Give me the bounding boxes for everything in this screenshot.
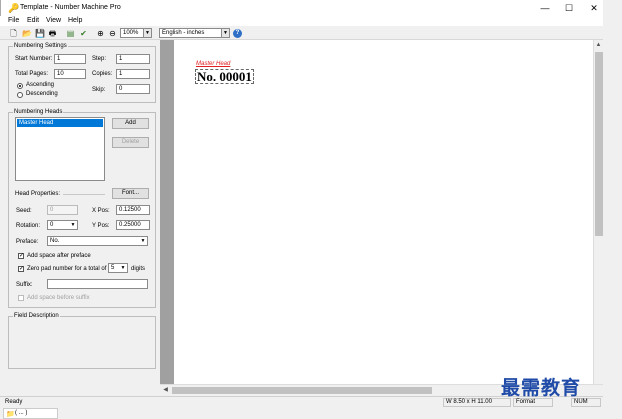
menu-help[interactable]: Help — [68, 17, 82, 24]
start-number-label: Start Number: — [15, 56, 53, 62]
status-text: Ready — [5, 399, 23, 405]
scroll-up-icon[interactable]: ▲ — [594, 41, 603, 50]
folder-icon: 📁 — [6, 411, 15, 418]
zoom-in-icon[interactable]: ⊕ — [96, 29, 105, 38]
copies-input[interactable]: 1 — [116, 69, 150, 79]
open-folder-icon[interactable]: 📂 — [22, 29, 32, 38]
ascending-label: Ascending — [26, 82, 55, 88]
chevron-down-icon: ▼ — [221, 29, 229, 37]
start-number-input[interactable]: 1 — [54, 54, 86, 64]
ypos-input[interactable]: 0.25000 — [116, 220, 150, 230]
minimize-button[interactable]: — — [537, 2, 553, 14]
menu-view[interactable]: View — [46, 17, 61, 24]
zero-pad-digits-value: 5 — [111, 265, 115, 271]
preface-value: No. — [50, 238, 60, 244]
vertical-scrollbar[interactable]: ▲ — [593, 40, 603, 384]
ascending-radio[interactable] — [17, 83, 23, 89]
seed-input[interactable]: 0 — [47, 205, 78, 215]
print-setup-icon[interactable]: ▤ — [66, 29, 75, 38]
app-icon: 🔑 — [8, 3, 20, 13]
digits-label: digits — [131, 266, 146, 272]
font-button[interactable]: Font... — [112, 188, 149, 199]
seed-label: Seed: — [16, 208, 32, 214]
step-input[interactable]: 1 — [116, 54, 150, 64]
preview-margin — [160, 40, 174, 384]
xpos-input[interactable]: 0.12500 — [116, 205, 150, 215]
zoom-value: 100% — [123, 30, 139, 36]
total-pages-input[interactable]: 10 — [54, 69, 86, 79]
skip-input[interactable]: 0 — [116, 84, 150, 94]
skip-label: Skip: — [92, 87, 106, 93]
numbering-settings-title: Numbering Settings — [13, 43, 68, 49]
heads-list[interactable]: Master Head — [15, 117, 105, 181]
preface-label: Preface: — [16, 239, 39, 245]
step-label: Step: — [92, 56, 107, 62]
xpos-label: X Pos: — [92, 208, 110, 214]
new-file-icon[interactable]: 🗋 — [9, 29, 18, 38]
field-description-title: Field Description — [13, 313, 60, 319]
add-space-before-checkbox[interactable] — [18, 295, 24, 301]
chevron-down-icon: ▼ — [120, 265, 126, 271]
add-space-after-label: Add space after preface — [27, 253, 91, 259]
suffix-label: Suffix: — [16, 282, 33, 288]
preview-pane: Master Head No. 00001 ▲ ◀ — [160, 40, 603, 395]
scroll-thumb[interactable] — [172, 387, 432, 394]
help-icon[interactable]: ? — [233, 29, 242, 38]
menu-file[interactable]: File — [8, 17, 19, 24]
zero-pad-label: Zero pad number for a total of — [27, 266, 107, 272]
scroll-thumb[interactable] — [595, 52, 603, 236]
preface-select[interactable]: No. ▼ — [47, 236, 148, 246]
toolbar: 🗋 📂 💾 🖶 ▤ ✔ ⊕ ⊖ 100% ▼ English - inches … — [0, 27, 603, 40]
descending-label: Descending — [26, 91, 58, 97]
rotation-value: 0 — [50, 222, 54, 228]
title-bar: 🔑 Template - Number Machine Pro — ☐ ✕ — [0, 0, 603, 16]
zero-pad-checkbox[interactable]: ✓ — [18, 266, 24, 272]
add-space-before-label: Add space before suffix — [27, 295, 90, 301]
window-title: Template - Number Machine Pro — [20, 4, 121, 11]
chevron-down-icon: ▼ — [140, 238, 146, 244]
add-head-button[interactable]: Add — [112, 118, 149, 129]
separator — [63, 194, 105, 195]
save-icon[interactable]: 💾 — [35, 29, 45, 38]
ypos-label: Y Pos: — [92, 223, 110, 229]
rotation-label: Rotation: — [16, 223, 41, 229]
zoom-select[interactable]: 100% ▼ — [120, 28, 152, 38]
head-properties-label: Head Properties: — [15, 191, 61, 197]
numbering-heads-title: Numbering Heads — [13, 109, 64, 115]
taskbar-label: ( ... ) — [15, 410, 28, 416]
field-description-group: Field Description — [8, 313, 156, 369]
print-icon[interactable]: 🖶 — [48, 29, 57, 38]
copies-label: Copies: — [92, 71, 113, 77]
maximize-button[interactable]: ☐ — [561, 2, 577, 14]
chevron-down-icon: ▼ — [143, 29, 151, 37]
taskbar-item[interactable]: 📁 ( ... ) — [3, 408, 58, 419]
head-caption: Master Head — [196, 61, 231, 67]
watermark-text: 最需教育 — [501, 377, 582, 399]
units-value: English - inches — [162, 30, 205, 36]
list-item[interactable]: Master Head — [17, 119, 103, 127]
rotation-select[interactable]: 0 ▼ — [47, 220, 78, 230]
suffix-input[interactable] — [47, 279, 148, 289]
number-preview[interactable]: No. 00001 — [195, 69, 254, 84]
scroll-left-icon[interactable]: ◀ — [161, 386, 170, 395]
descending-radio[interactable] — [17, 92, 23, 98]
close-button[interactable]: ✕ — [586, 2, 602, 14]
zoom-out-icon[interactable]: ⊖ — [108, 29, 117, 38]
check-icon[interactable]: ✔ — [79, 29, 88, 38]
page-preview: Master Head No. 00001 — [174, 40, 593, 384]
delete-head-button[interactable]: Delete — [112, 137, 149, 148]
chevron-down-icon: ▼ — [70, 222, 76, 228]
units-select[interactable]: English - inches ▼ — [159, 28, 230, 38]
total-pages-label: Total Pages: — [15, 71, 49, 77]
zero-pad-digits-select[interactable]: 5 ▼ — [108, 263, 128, 273]
add-space-after-checkbox[interactable]: ✓ — [18, 253, 24, 259]
menu-bar: File Edit View Help — [0, 16, 603, 26]
menu-edit[interactable]: Edit — [27, 17, 39, 24]
